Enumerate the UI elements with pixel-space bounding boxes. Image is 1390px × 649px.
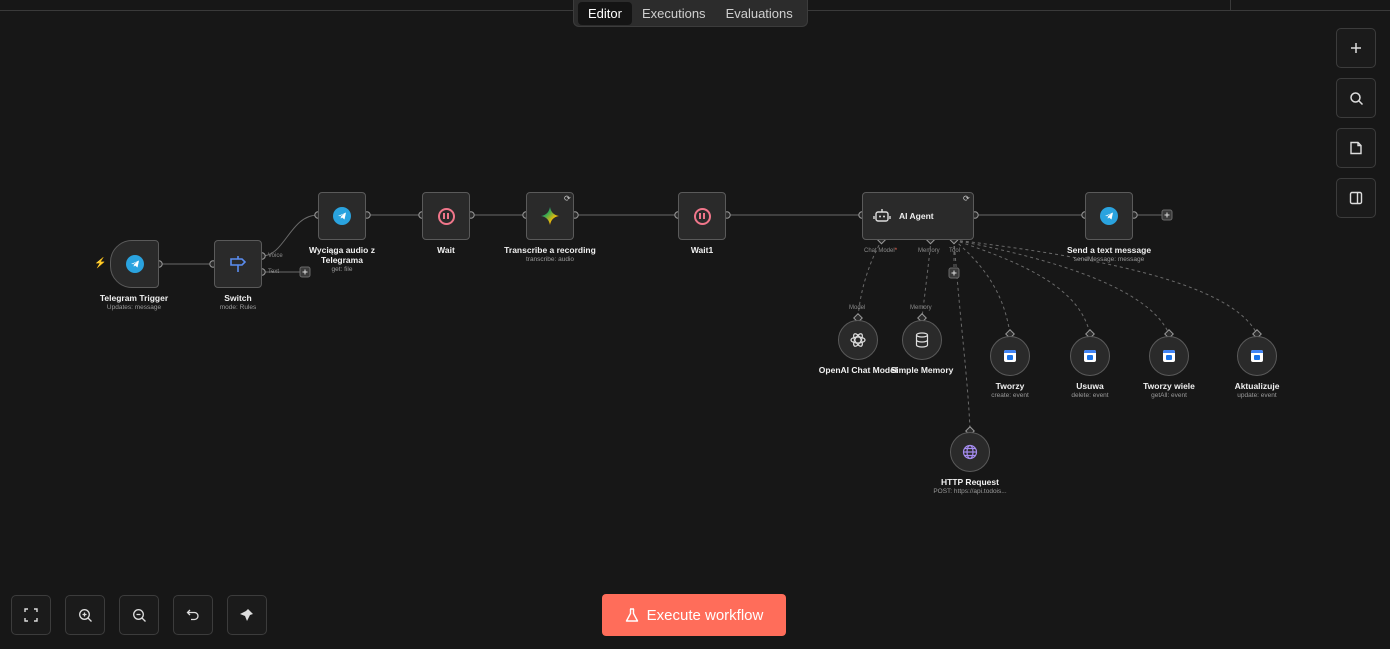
- undo-button[interactable]: [173, 595, 213, 635]
- node-title: HTTP Request: [941, 477, 999, 487]
- node-switch[interactable]: [214, 240, 262, 288]
- node-title: Telegram Trigger: [99, 293, 169, 303]
- node-subtitle: getAll: event: [1151, 392, 1187, 399]
- telegram-icon: [125, 255, 144, 273]
- zoom-out-button[interactable]: [119, 595, 159, 635]
- agent-port-chat-model: Chat Model*: [864, 248, 898, 254]
- node-subtitle: sendMessage: message: [1073, 256, 1145, 263]
- robot-icon: [873, 209, 891, 222]
- node-subtitle: get: file: [331, 266, 353, 273]
- node-title: Wyciąga audio z Telegrama: [309, 245, 375, 265]
- node-subtitle: transcribe: audio: [525, 256, 575, 263]
- node-title: Tworzy wiele: [1143, 381, 1195, 391]
- node-subtitle: delete: event: [1071, 392, 1109, 399]
- node-title: AI Agent: [899, 211, 934, 221]
- node-tworzy-wiele[interactable]: [1149, 336, 1189, 376]
- google-calendar-icon: [1163, 350, 1175, 362]
- google-calendar-icon: [1004, 350, 1016, 362]
- pause-icon: [693, 207, 711, 225]
- zoom-out-icon: [132, 608, 146, 622]
- node-title: Transcribe a recording: [504, 245, 596, 255]
- node-send-message[interactable]: [1085, 192, 1133, 240]
- node-wait1[interactable]: [678, 192, 726, 240]
- fit-view-icon: [24, 608, 38, 622]
- node-subtitle: mode: Rules: [219, 304, 257, 311]
- pause-icon: [437, 207, 455, 225]
- agent-port-tool: Tool: [949, 248, 961, 254]
- trigger-bolt-icon: ⚡: [94, 258, 107, 269]
- retry-icon: ⟳: [564, 194, 571, 203]
- node-subtitle: create: event: [991, 392, 1029, 399]
- flask-icon: [625, 607, 638, 622]
- node-title: Simple Memory: [890, 365, 954, 375]
- execute-workflow-label: Execute workflow: [646, 606, 764, 624]
- node-title: OpenAI Chat Model: [818, 365, 898, 375]
- node-telegram-trigger[interactable]: [110, 240, 159, 288]
- tidy-up-icon: [240, 609, 253, 621]
- connections-layer: [155, 209, 1262, 436]
- google-calendar-icon: [1251, 350, 1263, 362]
- node-aktualizuje[interactable]: [1237, 336, 1277, 376]
- google-calendar-icon: [1084, 350, 1096, 362]
- sub-port-label: Memory: [910, 305, 932, 311]
- node-subtitle: Updates: message: [106, 304, 162, 311]
- node-title: Aktualizuje: [1234, 381, 1280, 391]
- openai-icon: [850, 333, 866, 347]
- node-wait[interactable]: [422, 192, 470, 240]
- telegram-icon: [333, 207, 351, 225]
- agent-port-memory: Memory: [918, 248, 940, 254]
- node-usuwa[interactable]: [1070, 336, 1110, 376]
- retry-icon: ⟳: [963, 194, 970, 203]
- database-icon: [915, 332, 929, 348]
- switch-output-text: Text: [268, 269, 280, 275]
- fit-view-button[interactable]: [11, 595, 51, 635]
- signpost-icon: [230, 256, 247, 272]
- zoom-in-button[interactable]: [65, 595, 105, 635]
- globe-icon: [962, 444, 978, 460]
- sub-port-label: Model: [849, 305, 866, 311]
- node-http-request[interactable]: [950, 432, 990, 472]
- undo-icon: [186, 609, 199, 621]
- node-title: Tworzy: [995, 381, 1025, 391]
- node-ai-agent[interactable]: AI Agent: [862, 192, 974, 240]
- node-tworzy[interactable]: [990, 336, 1030, 376]
- node-subtitle: update: event: [1237, 392, 1277, 399]
- gemini-star-icon: [541, 207, 559, 225]
- zoom-in-icon: [78, 608, 92, 622]
- execute-workflow-button[interactable]: Execute workflow: [602, 594, 786, 636]
- node-title: Wait: [437, 245, 455, 255]
- node-title: Send a text message: [1066, 245, 1152, 255]
- node-openai-chat-model[interactable]: [838, 320, 878, 360]
- node-simple-memory[interactable]: [902, 320, 942, 360]
- telegram-icon: [1100, 207, 1118, 225]
- node-title: Wait1: [690, 245, 714, 255]
- node-title: Switch: [224, 293, 252, 303]
- node-download-audio[interactable]: [318, 192, 366, 240]
- tidy-up-button[interactable]: [227, 595, 267, 635]
- switch-output-voice: Voice: [268, 253, 283, 259]
- node-title: Usuwa: [1076, 381, 1104, 391]
- node-subtitle: POST: https://api.todois...: [933, 488, 1007, 495]
